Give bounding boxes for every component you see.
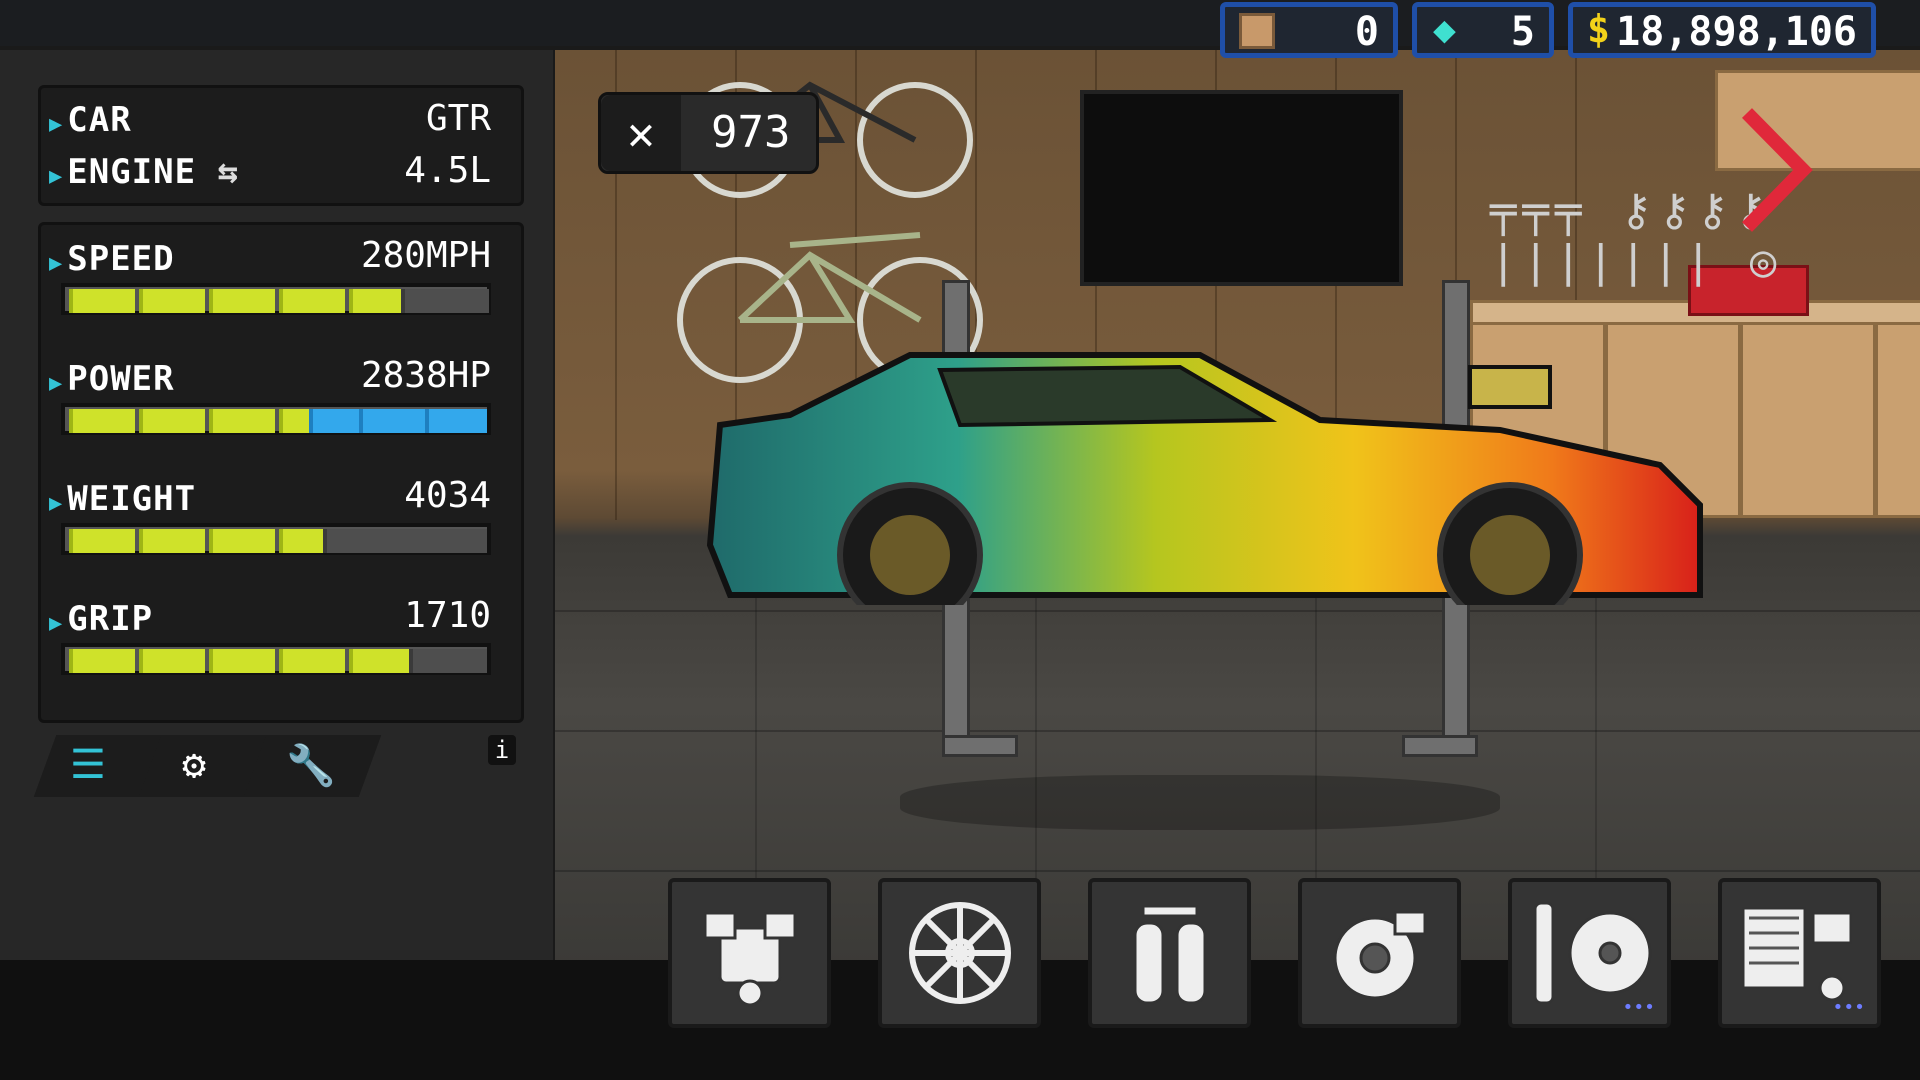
power-label: POWER [67, 359, 175, 399]
wheel-icon [908, 902, 1011, 1004]
intake-part-button[interactable]: ••• [1718, 878, 1881, 1028]
turbo-icon [1333, 910, 1426, 1000]
engine-label-row[interactable]: ▶ ENGINE ⇆ [49, 152, 239, 192]
list-icon: ☰ [70, 742, 106, 788]
speed-bar [61, 283, 491, 315]
engine-size: 4.5L [404, 150, 491, 191]
turbo-part-button[interactable] [1298, 878, 1461, 1028]
wrench-icon: 🔧 [286, 743, 336, 789]
weight-bar [61, 523, 491, 555]
gem-icon: ◆ [1433, 7, 1456, 51]
score-badge: ✕ 973 [598, 92, 819, 174]
dollar-icon: $ [1587, 7, 1610, 51]
money-amount: 18,898,106 [1616, 9, 1857, 55]
caret-icon: ▶ [49, 251, 64, 276]
more-dots-icon: ••• [1832, 997, 1865, 1018]
crossed-tools-icon: ✕ [601, 95, 681, 171]
weight-value: 4034 [404, 475, 491, 516]
caret-icon: ▶ [49, 112, 64, 137]
weight-label: WEIGHT [67, 479, 197, 519]
grip-bar [61, 643, 491, 675]
next-car-arrow[interactable] [1735, 105, 1815, 235]
lift-foot-right [1402, 735, 1478, 757]
speed-label-row: ▶ SPEED [49, 239, 175, 279]
car-shadow [900, 775, 1500, 830]
engine-icon [703, 911, 796, 1007]
grip-label: GRIP [67, 599, 154, 639]
intake-piston-icon [1741, 906, 1852, 1002]
crate-counter[interactable]: 0 [1220, 2, 1398, 58]
wheel-part-button[interactable] [878, 878, 1041, 1028]
nitro-tanks-icon [1133, 904, 1206, 1005]
score-value: 973 [711, 107, 791, 158]
grip-value: 1710 [404, 595, 491, 636]
suspension-brake-icon [1533, 901, 1651, 1005]
swap-icon[interactable]: ⇆ [218, 152, 239, 192]
wall-tv [1080, 90, 1403, 286]
car-sprite [706, 352, 1703, 605]
grip-label-row: ▶ GRIP [49, 599, 153, 639]
crate-count: 0 [1354, 9, 1379, 55]
weight-label-row: ▶ WEIGHT [49, 479, 196, 519]
car-label-row: ▶ CAR [49, 100, 132, 140]
nitro-part-button[interactable] [1088, 878, 1251, 1028]
stats-box: ▶ SPEED 280MPH ▶ POWER 2838HP ▶ WEIGHT 4034… [38, 222, 524, 723]
crate-icon [1239, 13, 1275, 49]
engine-label: ENGINE [67, 152, 197, 192]
car-label: CAR [67, 100, 132, 140]
money-counter[interactable]: $ 18,898,106 [1568, 2, 1876, 58]
more-dots-icon: ••• [1622, 997, 1655, 1018]
power-value: 2838HP [360, 355, 491, 396]
caret-icon: ▶ [49, 611, 64, 636]
speed-value: 280MPH [360, 235, 491, 276]
caret-icon: ▶ [49, 491, 64, 516]
gear-icon: ⚙ [182, 742, 207, 788]
info-icon[interactable]: i [488, 735, 516, 765]
tool-wall: ╤╤╤ ⚷⚷⚷⚷ ||||||| ◎ [1490, 185, 1783, 287]
caret-icon: ▶ [49, 164, 64, 189]
speed-label: SPEED [67, 239, 175, 279]
power-label-row: ▶ POWER [49, 359, 175, 399]
engine-part-button[interactable] [668, 878, 831, 1028]
car-info-box: ▶ CAR GTR ▶ ENGINE ⇆ 4.5L [38, 85, 524, 206]
power-bar [61, 403, 491, 435]
gem-counter[interactable]: ◆ 5 [1412, 2, 1554, 58]
caret-icon: ▶ [49, 371, 64, 396]
gem-count: 5 [1510, 9, 1535, 55]
suspension-part-button[interactable]: ••• [1508, 878, 1671, 1028]
lift-foot-left [942, 735, 1018, 757]
car-name: GTR [425, 98, 491, 139]
